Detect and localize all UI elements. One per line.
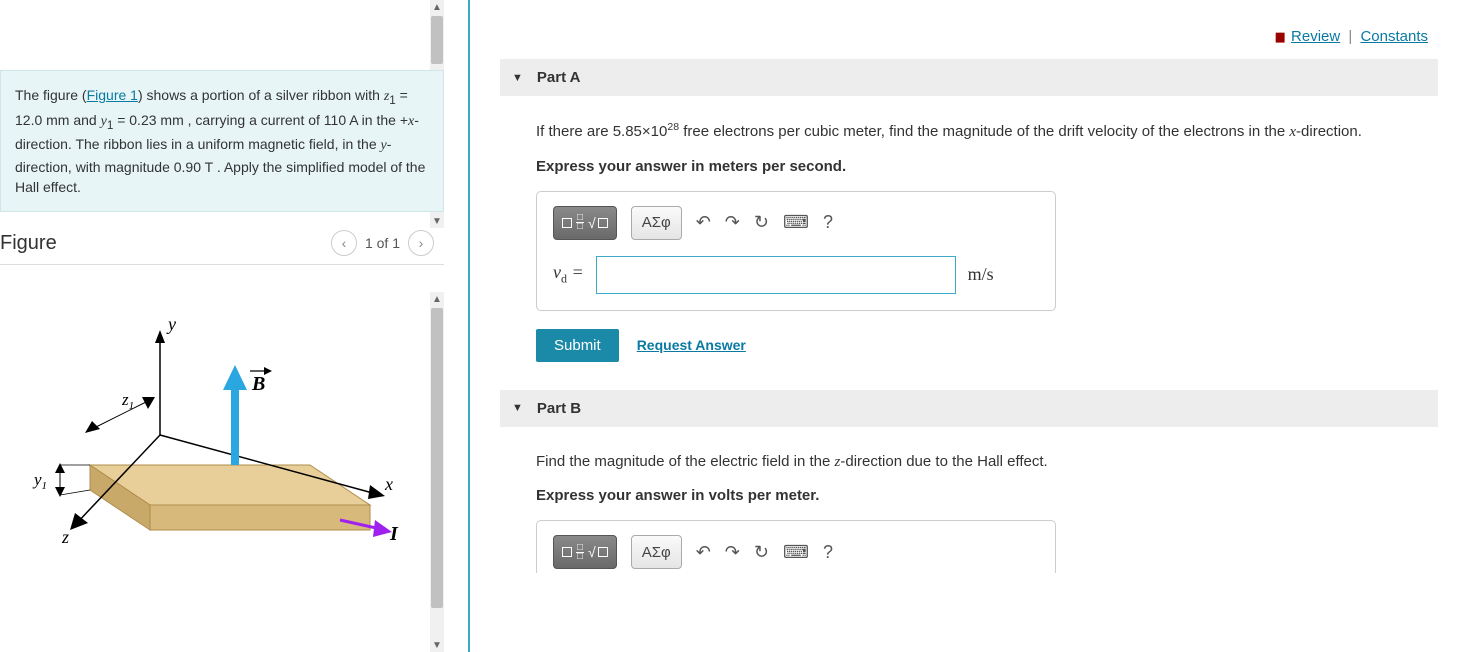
part-a-input-row: vd = m/s: [553, 256, 1039, 294]
figure-prev-button[interactable]: ‹: [331, 230, 357, 256]
figure-nav: ‹ 1 of 1 ›: [331, 230, 434, 256]
z1-dim-label: z1: [121, 390, 134, 412]
part-a-var-label: vd =: [553, 262, 584, 287]
part-a-question: If there are 5.85×1028 free electrons pe…: [536, 120, 1438, 144]
top-links: ▮▮ Review | Constants: [500, 10, 1438, 59]
reset-icon[interactable]: ↻: [754, 212, 769, 233]
problem-text-2: , carrying a current of 110 A in the +: [184, 112, 408, 128]
review-link[interactable]: Review: [1291, 28, 1340, 45]
problem-statement: The figure (Figure 1) shows a portion of…: [0, 70, 444, 212]
scroll-down-icon[interactable]: ▼: [430, 638, 444, 652]
part-b-toolbar: □□ √ ΑΣφ ↶ ↷ ↻ ⌨ ?: [553, 535, 1039, 569]
part-a-actions: Submit Request Answer: [536, 329, 1438, 362]
scroll-up-icon[interactable]: ▲: [430, 0, 444, 14]
flag-icon: ▮▮: [1275, 29, 1283, 44]
part-a-title: Part A: [537, 69, 581, 86]
right-panel: ▮▮ Review | Constants ▼ Part A If there …: [470, 0, 1458, 652]
part-a-answer-input[interactable]: [596, 256, 956, 294]
problem-text-1: ) shows a portion of a silver ribbon wit…: [138, 87, 384, 103]
scroll-thumb[interactable]: [431, 16, 443, 64]
axis-z-label: z: [61, 527, 69, 547]
help-icon[interactable]: ?: [823, 212, 833, 233]
help-icon[interactable]: ?: [823, 542, 833, 563]
greek-button[interactable]: ΑΣφ: [631, 206, 682, 240]
axis-y-label: y: [166, 314, 176, 334]
part-a-toolbar: □□ √ ΑΣφ ↶ ↷ ↻ ⌨ ?: [553, 206, 1039, 240]
greek-button[interactable]: ΑΣφ: [631, 535, 682, 569]
part-a-unit: m/s: [968, 264, 994, 285]
left-panel: ▲ ▼ The figure (Figure 1) shows a portio…: [0, 0, 468, 652]
part-b-body: Find the magnitude of the electric field…: [500, 451, 1438, 602]
y1-eq: = 0.23 mm: [113, 112, 183, 128]
q-end: -direction.: [1296, 123, 1362, 140]
part-a-answer-box: □□ √ ΑΣφ ↶ ↷ ↻ ⌨ ? vd = m/s: [536, 191, 1056, 311]
templates-button[interactable]: □□ √: [553, 206, 617, 240]
templates-button[interactable]: □□ √: [553, 535, 617, 569]
reset-icon[interactable]: ↻: [754, 542, 769, 563]
part-b-answer-box: □□ √ ΑΣφ ↶ ↷ ↻ ⌨ ?: [536, 520, 1056, 573]
figure-image: y x z B I z1 y1: [0, 265, 454, 568]
qb-pre: Find the magnitude of the electric field…: [536, 453, 835, 470]
link-separator: |: [1348, 28, 1352, 45]
q-sup: 28: [667, 121, 679, 133]
figure-pager: 1 of 1: [365, 235, 400, 251]
part-b-instruction: Express your answer in volts per meter.: [536, 487, 1438, 504]
problem-and: and: [69, 112, 100, 128]
undo-icon[interactable]: ↶: [696, 212, 711, 233]
figure-svg: y x z B I z1 y1: [20, 305, 400, 565]
figure-link[interactable]: Figure 1: [87, 87, 138, 103]
redo-icon[interactable]: ↷: [725, 542, 740, 563]
problem-text-pre: The figure (: [15, 87, 87, 103]
axis-x-label: x: [384, 474, 393, 494]
part-a-header[interactable]: ▼ Part A: [500, 59, 1438, 96]
y1-dim-label: y1: [32, 470, 47, 492]
part-a-request-link[interactable]: Request Answer: [637, 337, 746, 353]
part-a-instruction: Express your answer in meters per second…: [536, 158, 1438, 175]
keyboard-icon[interactable]: ⌨: [783, 212, 809, 233]
q-pre: If there are 5.85×10: [536, 123, 667, 140]
scroll-down-icon[interactable]: ▼: [430, 214, 444, 228]
part-b-question: Find the magnitude of the electric field…: [536, 451, 1438, 474]
redo-icon[interactable]: ↷: [725, 212, 740, 233]
q-post: free electrons per cubic meter, find the…: [679, 123, 1289, 140]
vector-b-label: B: [251, 373, 265, 395]
part-b-header[interactable]: ▼ Part B: [500, 390, 1438, 427]
part-a-body: If there are 5.85×1028 free electrons pe…: [500, 120, 1438, 390]
figure-title: Figure: [0, 232, 57, 255]
collapse-caret-icon: ▼: [512, 72, 523, 84]
keyboard-icon[interactable]: ⌨: [783, 542, 809, 563]
undo-icon[interactable]: ↶: [696, 542, 711, 563]
figure-header: Figure ‹ 1 of 1 ›: [0, 212, 444, 265]
collapse-caret-icon: ▼: [512, 402, 523, 414]
figure-next-button[interactable]: ›: [408, 230, 434, 256]
qb-post: -direction due to the Hall effect.: [840, 453, 1047, 470]
constants-link[interactable]: Constants: [1360, 28, 1428, 45]
current-i-label: I: [389, 523, 399, 545]
part-a-submit-button[interactable]: Submit: [536, 329, 619, 362]
part-b-title: Part B: [537, 400, 581, 417]
